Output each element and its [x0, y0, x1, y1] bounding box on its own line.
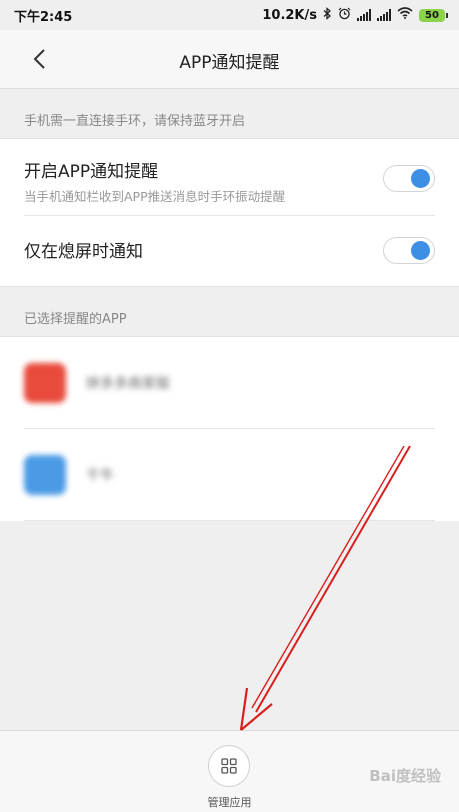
setting-title: 开启APP通知提醒: [24, 162, 159, 182]
list-item[interactable]: 拼多多商家版: [24, 337, 435, 429]
setting-screen-off-notify[interactable]: 仅在熄屏时通知: [24, 237, 435, 271]
app-name: 千牛: [86, 468, 114, 484]
alarm-icon: [338, 7, 351, 24]
settings-card: 开启APP通知提醒 当手机通知栏收到APP推送消息时手环振动提醒 仅在熄屏时通知: [0, 138, 459, 287]
selected-apps-hint: 已选择提醒的APP: [24, 312, 127, 327]
network-speed: 10.2K/s: [262, 7, 317, 23]
grid-icon: [221, 758, 237, 774]
list-item[interactable]: 千牛: [24, 429, 435, 521]
wifi-icon: [397, 7, 413, 23]
toggle-knob: [411, 169, 430, 188]
app-notify-toggle[interactable]: [383, 165, 435, 192]
toggle-knob: [411, 241, 430, 260]
signal-icon-2: [377, 9, 391, 21]
battery-level: 50: [425, 9, 439, 21]
bluetooth-icon: [323, 6, 332, 24]
pinduoduo-app-icon: [24, 363, 66, 403]
watermark: Bai度经验: [369, 767, 441, 785]
status-icons: 10.2K/s 50: [262, 6, 448, 24]
status-time: 下午2:45: [14, 9, 73, 25]
divider: [24, 215, 435, 216]
status-bar: 下午2:45 10.2K/s 50: [0, 0, 459, 30]
signal-icon: [357, 9, 371, 21]
page-title: APP通知提醒: [179, 53, 280, 73]
battery-icon: 50: [419, 8, 448, 22]
manage-apps-button[interactable]: [208, 745, 250, 787]
app-name: 拼多多商家版: [86, 376, 170, 392]
manage-apps-label: 管理应用: [207, 796, 252, 809]
title-bar: APP通知提醒: [0, 30, 459, 89]
setting-app-notify[interactable]: 开启APP通知提醒 当手机通知栏收到APP推送消息时手环振动提醒: [24, 157, 435, 217]
qianniu-app-icon: [24, 455, 66, 495]
apps-card: 拼多多商家版 千牛: [0, 336, 459, 521]
setting-description: 当手机通知栏收到APP推送消息时手环振动提醒: [24, 189, 286, 204]
setting-title: 仅在熄屏时通知: [24, 242, 143, 262]
screen-off-toggle[interactable]: [383, 237, 435, 264]
divider: [24, 520, 435, 521]
bluetooth-hint: 手机需一直连接手环，请保持蓝牙开启: [24, 114, 246, 129]
